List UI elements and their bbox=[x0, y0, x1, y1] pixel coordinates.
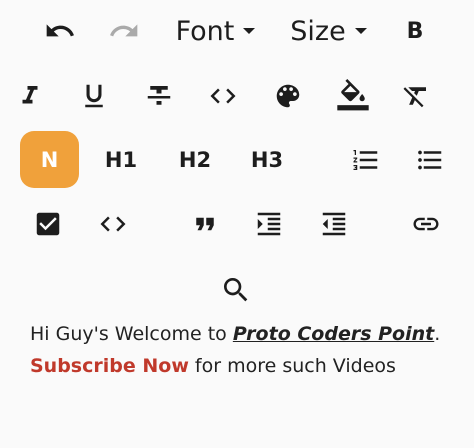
indent-button[interactable] bbox=[251, 206, 287, 242]
text-color-icon bbox=[276, 84, 300, 108]
ordered-list-button[interactable] bbox=[348, 142, 384, 178]
editor-content[interactable]: Hi Guy's Welcome to Proto Coders Point. … bbox=[30, 318, 460, 382]
redo-icon bbox=[110, 24, 138, 37]
editor-line-2: Subscribe Now for more such Videos bbox=[30, 350, 460, 382]
font-dropdown[interactable]: Font bbox=[170, 10, 262, 52]
checklist-icon bbox=[36, 212, 60, 236]
search-icon bbox=[224, 278, 248, 302]
font-dropdown-label: Font bbox=[175, 15, 235, 47]
undo-button[interactable] bbox=[40, 12, 80, 50]
quote-button[interactable] bbox=[187, 206, 223, 242]
code-block-icon bbox=[100, 216, 126, 232]
heading-3-button[interactable]: H3 bbox=[246, 140, 288, 180]
underline-button[interactable] bbox=[76, 78, 112, 114]
redo-button[interactable] bbox=[104, 12, 144, 50]
outdent-icon bbox=[322, 212, 346, 236]
heading-2-button[interactable]: H2 bbox=[174, 140, 216, 180]
bold-label: B bbox=[406, 18, 424, 44]
background-color-button[interactable] bbox=[334, 76, 372, 116]
editor-link-text[interactable]: Proto Coders Point bbox=[233, 323, 434, 345]
strikethrough-button[interactable] bbox=[141, 78, 177, 114]
heading-3-label: H3 bbox=[250, 148, 284, 172]
size-dropdown-label: Size bbox=[290, 15, 346, 47]
ordered-list-icon bbox=[353, 150, 378, 170]
inline-code-icon bbox=[210, 88, 236, 104]
editor-highlight-text: Subscribe Now bbox=[30, 355, 189, 377]
size-dropdown[interactable]: Size bbox=[284, 10, 374, 52]
clear-format-button[interactable] bbox=[398, 78, 434, 114]
editor-text: . bbox=[434, 323, 441, 345]
normal-text-label: N bbox=[40, 147, 59, 172]
italic-button[interactable] bbox=[12, 78, 48, 114]
heading-1-label: H1 bbox=[104, 148, 138, 172]
bold-button[interactable]: B bbox=[398, 12, 432, 50]
editor-text: for more such Videos bbox=[188, 355, 396, 377]
editor-line-1: Hi Guy's Welcome to Proto Coders Point. bbox=[30, 318, 460, 350]
bullet-list-icon bbox=[418, 150, 442, 170]
editor-text: Hi Guy's Welcome to bbox=[30, 323, 233, 345]
strikethrough-icon bbox=[147, 86, 171, 105]
inline-code-button[interactable] bbox=[204, 78, 242, 114]
text-color-button[interactable] bbox=[270, 78, 306, 114]
checklist-button[interactable] bbox=[30, 206, 66, 242]
bullet-list-button[interactable] bbox=[412, 142, 448, 178]
indent-icon bbox=[257, 212, 281, 236]
quote-icon bbox=[196, 217, 214, 231]
outdent-button[interactable] bbox=[316, 206, 352, 242]
italic-icon bbox=[22, 86, 38, 104]
heading-1-button[interactable]: H1 bbox=[101, 140, 141, 180]
undo-icon bbox=[46, 24, 74, 37]
normal-text-button[interactable]: N bbox=[20, 131, 79, 188]
dropdown-arrow-icon bbox=[243, 28, 256, 34]
heading-2-label: H2 bbox=[178, 148, 212, 172]
search-button[interactable] bbox=[218, 272, 254, 308]
background-color-icon bbox=[337, 79, 369, 111]
code-block-button[interactable] bbox=[94, 206, 132, 242]
underline-icon bbox=[85, 84, 103, 108]
clear-format-icon bbox=[403, 87, 426, 108]
link-button[interactable] bbox=[408, 206, 444, 242]
dropdown-arrow-icon bbox=[354, 28, 367, 34]
link-icon bbox=[413, 217, 439, 231]
